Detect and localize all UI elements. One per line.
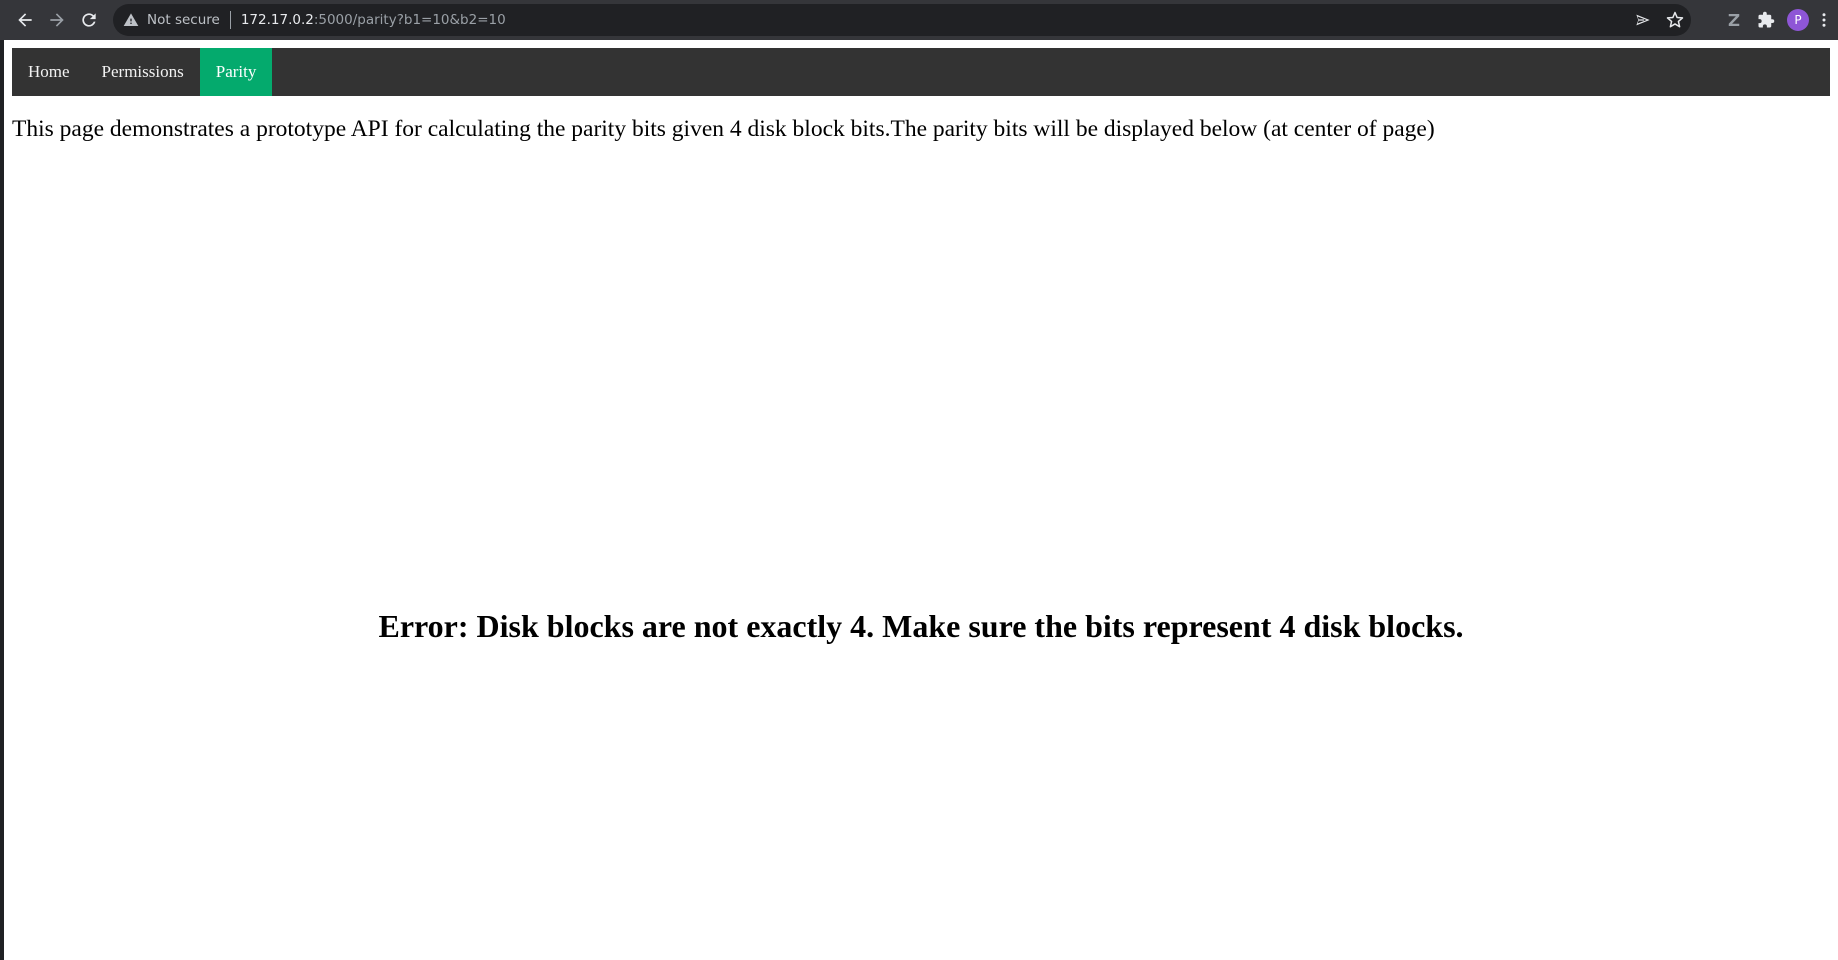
- browser-toolbar: Not secure 172.17.0.2:5000/parity?b1=10&…: [0, 0, 1838, 40]
- nav-item-permissions[interactable]: Permissions: [86, 48, 200, 96]
- parity-result-error: Error: Disk blocks are not exactly 4. Ma…: [378, 608, 1464, 644]
- top-navigation: Home Permissions Parity: [12, 48, 1830, 96]
- warning-triangle-icon: [123, 13, 139, 26]
- profile-avatar[interactable]: P: [1787, 9, 1809, 31]
- send-tab-button[interactable]: [1627, 4, 1659, 36]
- z-extension-icon: [1728, 14, 1740, 26]
- back-button[interactable]: [9, 4, 41, 36]
- nav-item-parity[interactable]: Parity: [199, 48, 273, 96]
- arrow-right-icon: [50, 13, 64, 27]
- bookmark-button[interactable]: [1659, 4, 1691, 36]
- kebab-menu-icon: [1822, 13, 1826, 27]
- address-bar[interactable]: Not secure 172.17.0.2:5000/parity?b1=10&…: [113, 4, 1691, 36]
- page-viewport: Home Permissions Parity This page demons…: [4, 40, 1838, 960]
- forward-button[interactable]: [41, 4, 73, 36]
- nav-item-home[interactable]: Home: [12, 48, 86, 96]
- extensions-button[interactable]: [1750, 4, 1782, 36]
- star-icon: [1666, 11, 1684, 28]
- extensions-area: P: [1718, 4, 1834, 36]
- omnibox-actions: [1627, 4, 1691, 36]
- security-label: Not secure: [147, 12, 220, 28]
- url-host: 172.17.0.2: [240, 12, 314, 28]
- url-path: :5000/parity?b1=10&b2=10: [313, 12, 506, 28]
- chip-divider: [229, 11, 231, 29]
- reload-button[interactable]: [73, 4, 105, 36]
- reload-icon: [82, 13, 96, 27]
- intro-text: This page demonstrates a prototype API f…: [12, 116, 1435, 142]
- z-extension-button[interactable]: [1718, 4, 1750, 36]
- arrow-left-icon: [18, 13, 32, 27]
- browser-menu-button[interactable]: [1814, 4, 1834, 36]
- security-chip[interactable]: Not secure: [123, 4, 220, 36]
- send-icon: [1636, 14, 1650, 26]
- puzzle-icon: [1758, 11, 1775, 28]
